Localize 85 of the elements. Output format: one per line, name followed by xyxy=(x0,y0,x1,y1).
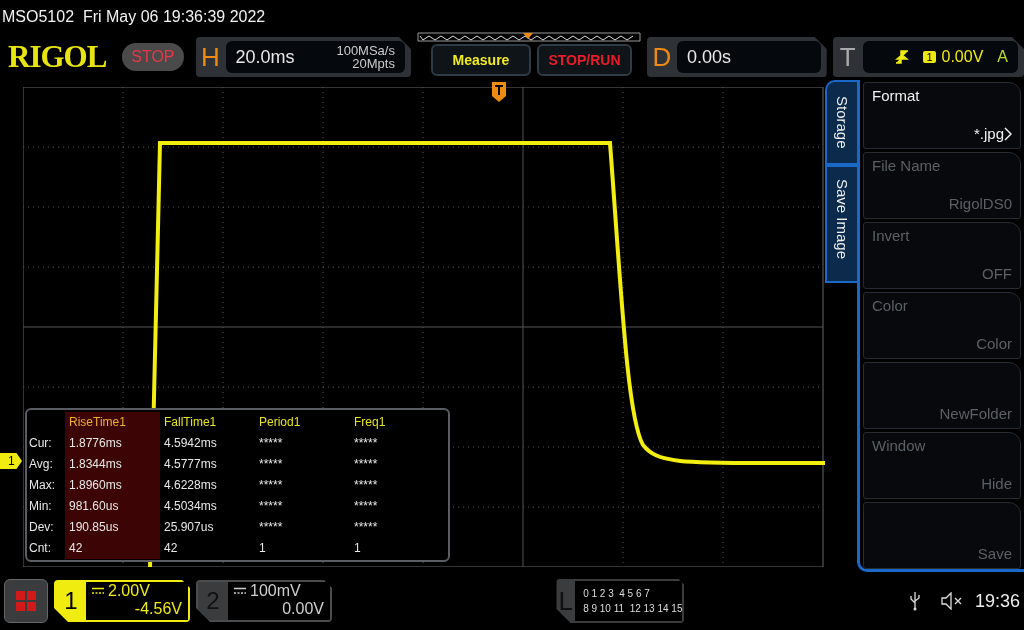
run-state: STOP xyxy=(122,43,184,71)
table-cell-text: ***** xyxy=(353,434,379,452)
table-cell: 1.8344ms xyxy=(65,453,160,475)
table-cell-text: 4.6228ms xyxy=(163,476,218,494)
grid-icon xyxy=(15,590,37,612)
trigger-position-icon xyxy=(492,82,506,102)
channel-scale: 100mV xyxy=(250,582,301,600)
channel-marker[interactable]: 1 xyxy=(0,453,22,469)
menu-item-value: Color xyxy=(976,335,1012,352)
table-cell-text: 4.5942ms xyxy=(163,434,218,452)
menu-button[interactable] xyxy=(4,579,48,623)
table-cell-text: 25.907us xyxy=(163,518,215,536)
channel-offset: -4.56V xyxy=(134,600,182,618)
row-label: Cur: xyxy=(28,434,53,452)
table-cell-text: ***** xyxy=(258,518,284,536)
column-header[interactable]: Freq1 xyxy=(350,411,448,433)
table-cell-text: 4.5034ms xyxy=(163,497,218,515)
table-cell: 981.60us xyxy=(65,495,160,517)
timebase-value: 20.0ms xyxy=(235,46,296,68)
row-label: Avg: xyxy=(28,455,54,473)
stop-run-button[interactable]: STOP/RUN xyxy=(536,44,632,76)
column-header[interactable]: RiseTime1 xyxy=(65,411,160,433)
logo: RIGOL xyxy=(8,39,108,75)
horizontal-label: H xyxy=(200,40,221,74)
trigger-panel[interactable]: T 1 0.00V A xyxy=(832,37,1024,77)
trigger-source: 1 xyxy=(923,51,936,63)
horizontal-panel[interactable]: H 20.0ms 100MSa/s 20Mpts xyxy=(195,37,411,77)
menu-item-label: File Name xyxy=(872,157,942,174)
trigger-mode: A xyxy=(997,48,1008,66)
memory-depth: 20Mpts xyxy=(352,57,395,70)
table-cell-text: ***** xyxy=(258,497,284,515)
table-cell-text: 1 xyxy=(258,539,267,557)
menu-tab[interactable]: Save Image xyxy=(825,164,857,283)
dc-coupling-icon xyxy=(234,587,246,595)
menu-item-value: NewFolder xyxy=(939,405,1012,422)
channel-offset: 0.00V xyxy=(282,600,324,618)
delay-panel[interactable]: D 0.00s xyxy=(646,37,827,77)
row-label: Min: xyxy=(28,497,53,515)
menu-item-label: Color xyxy=(872,297,909,314)
table-cell-text: ***** xyxy=(353,497,379,515)
table-cell-text: 1 xyxy=(353,539,362,557)
logic-channels: 0 1 2 3 4 5 6 7 xyxy=(583,587,651,601)
menu-item-value: OFF xyxy=(982,265,1012,282)
table-cell-text: ***** xyxy=(258,476,284,494)
rising-edge-icon xyxy=(895,50,910,64)
menu-item-label: Window xyxy=(872,437,927,454)
row-label: Dev: xyxy=(28,518,55,536)
table-cell-text: ***** xyxy=(353,476,379,494)
table-cell: 42 xyxy=(65,537,160,559)
menu-item-value: *.jpg xyxy=(973,125,1004,142)
menu-item-value: RigolDS0 xyxy=(948,195,1012,212)
dc-coupling-icon xyxy=(92,587,104,595)
trigger-level: 0.00V xyxy=(941,48,984,66)
trigger-label: T xyxy=(838,40,857,74)
table-cell: 190.85us xyxy=(65,516,160,538)
table-cell: 1.8776ms xyxy=(65,432,160,454)
channel-scale: 2.00V xyxy=(108,582,150,600)
menu-item-label: Format xyxy=(872,87,921,104)
menu-item[interactable]: Format *.jpg xyxy=(863,82,1021,149)
logic-channels: 8 9 10 11 12 13 14 15 xyxy=(583,602,683,616)
table-cell-text: ***** xyxy=(258,455,284,473)
delay-label: D xyxy=(651,40,673,74)
channel-number: 1 xyxy=(56,582,86,620)
column-header[interactable]: FallTime1 xyxy=(160,411,255,433)
menu-item-value: Save xyxy=(977,545,1012,562)
menu-item-value: Hide xyxy=(981,475,1012,492)
menu-tab[interactable]: Storage xyxy=(825,80,857,165)
table-cell-text: 4.5777ms xyxy=(163,455,218,473)
window-title: MSO5102 Fri May 06 19:36:39 2022 xyxy=(1,7,267,27)
table-cell-text: 42 xyxy=(163,539,179,557)
table-cell-text: ***** xyxy=(353,455,379,473)
delay-value: 0.00s xyxy=(686,46,732,68)
speaker-muted-icon xyxy=(940,592,963,610)
menu-item-label: Invert xyxy=(872,227,911,244)
clock-time: 19:36 xyxy=(974,590,1020,612)
table-cell: 1.8960ms xyxy=(65,474,160,496)
row-label: Cnt: xyxy=(28,539,52,557)
table-cell-text: ***** xyxy=(353,518,379,536)
table-cell-text: ***** xyxy=(258,434,284,452)
row-label: Max: xyxy=(28,476,56,494)
column-header[interactable]: Period1 xyxy=(255,411,350,433)
channel-panel[interactable]: 1 2.00V -4.56V xyxy=(54,580,190,622)
measure-button[interactable]: Measure xyxy=(430,44,531,76)
sample-rate: 100MSa/s xyxy=(336,44,395,57)
usb-icon xyxy=(908,591,921,611)
